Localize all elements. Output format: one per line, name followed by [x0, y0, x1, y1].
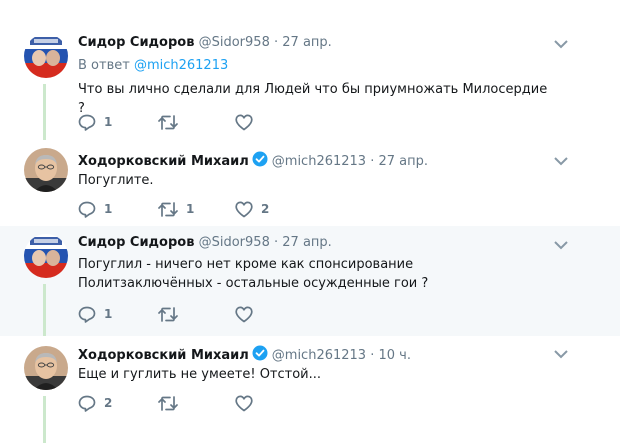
- reply-context: В ответ @mich261213: [78, 58, 228, 73]
- tricolor-flag-avatar-icon: [24, 234, 68, 278]
- username[interactable]: @mich261213: [272, 348, 366, 363]
- reply-icon: [78, 114, 96, 131]
- display-name[interactable]: Сидор Сидоров: [78, 35, 194, 50]
- username[interactable]: @Sidor958: [199, 235, 270, 250]
- tweet-text: Погуглил - ничего нет кроме как спонсиро…: [78, 257, 429, 291]
- retweet-button[interactable]: 1: [158, 199, 194, 219]
- retweet-button[interactable]: [158, 304, 186, 324]
- chevron-down-icon[interactable]: [554, 240, 568, 250]
- retweet-icon: [158, 395, 178, 411]
- heart-icon: [235, 395, 253, 411]
- tweet-text: Что вы лично сделали для Людей что бы пр…: [78, 82, 548, 116]
- portrait-avatar-icon: [24, 346, 68, 390]
- reply-count: 1: [104, 307, 113, 321]
- reply-button[interactable]: 1: [78, 112, 112, 132]
- tweet-header: Сидор Сидоров @Sidor958 · 27 апр.: [78, 35, 332, 50]
- avatar-khodorkovsky[interactable]: [24, 148, 68, 192]
- separator-dot: ·: [273, 35, 279, 50]
- username[interactable]: @mich261213: [272, 154, 366, 169]
- reply-mention-link[interactable]: @mich261213: [134, 58, 228, 73]
- verified-badge-icon: [252, 345, 268, 361]
- reply-prefix: В ответ: [78, 58, 130, 73]
- username[interactable]: @Sidor958: [199, 35, 270, 50]
- chevron-down-icon[interactable]: [554, 349, 568, 359]
- thread-connector: [43, 84, 46, 140]
- heart-icon: [235, 306, 253, 322]
- tweet-4[interactable]: Ходорковский Михаил @mich261213 · 10 ч. …: [0, 336, 620, 443]
- retweet-button[interactable]: [158, 393, 186, 413]
- retweet-icon: [158, 201, 178, 217]
- reply-button[interactable]: 2: [78, 393, 112, 413]
- heart-icon: [235, 201, 253, 217]
- portrait-avatar-icon: [24, 148, 68, 192]
- reply-icon: [78, 395, 96, 412]
- timestamp[interactable]: 27 апр.: [282, 235, 332, 250]
- retweet-icon: [158, 114, 178, 130]
- reply-button[interactable]: 1: [78, 199, 112, 219]
- tweet-1[interactable]: Сидор Сидоров @Sidor958 · 27 апр. В отве…: [0, 22, 620, 140]
- tweet-header: Ходорковский Михаил @mich261213 · 10 ч.: [78, 345, 411, 363]
- like-count: 2: [261, 202, 270, 216]
- separator-dot: ·: [273, 235, 279, 250]
- tweet-text: Еще и гуглить не умеете! Отстой...: [78, 367, 322, 382]
- retweet-icon: [158, 306, 178, 322]
- thread-connector: [43, 396, 46, 443]
- like-button[interactable]: [235, 393, 261, 413]
- tweet-text: Погуглите.: [78, 173, 154, 188]
- tweet-header: Ходорковский Михаил @mich261213 · 27 апр…: [78, 151, 428, 169]
- reply-icon: [78, 306, 96, 323]
- reply-count: 1: [104, 115, 113, 129]
- like-button[interactable]: 2: [235, 199, 269, 219]
- tricolor-flag-avatar-icon: [24, 34, 68, 78]
- heart-icon: [235, 114, 253, 130]
- tweet-header: Сидор Сидоров @Sidor958 · 27 апр.: [78, 235, 332, 250]
- reply-count: 2: [104, 396, 113, 410]
- display-name[interactable]: Сидор Сидоров: [78, 235, 194, 250]
- display-name[interactable]: Ходорковский Михаил: [78, 154, 249, 169]
- like-button[interactable]: [235, 112, 261, 132]
- avatar-khodorkovsky[interactable]: [24, 346, 68, 390]
- separator-dot: ·: [370, 154, 375, 169]
- chevron-down-icon[interactable]: [554, 39, 568, 49]
- reply-icon: [78, 201, 96, 218]
- retweet-button[interactable]: [158, 112, 186, 132]
- separator-dot: ·: [370, 348, 375, 363]
- timestamp[interactable]: 27 апр.: [379, 154, 429, 169]
- tweet-thread: Сидор Сидоров @Sidor958 · 27 апр. В отве…: [0, 0, 620, 443]
- reply-button[interactable]: 1: [78, 304, 112, 324]
- avatar-sidor[interactable]: [24, 234, 68, 278]
- chevron-down-icon[interactable]: [554, 156, 568, 166]
- reply-count: 1: [104, 202, 113, 216]
- retweet-count: 1: [186, 202, 195, 216]
- tweet-2[interactable]: Ходорковский Михаил @mich261213 · 27 апр…: [0, 134, 620, 226]
- verified-badge-icon: [252, 151, 268, 167]
- display-name[interactable]: Ходорковский Михаил: [78, 348, 249, 363]
- timestamp[interactable]: 10 ч.: [379, 348, 412, 363]
- like-button[interactable]: [235, 304, 261, 324]
- timestamp[interactable]: 27 апр.: [282, 35, 332, 50]
- tweet-3[interactable]: Сидор Сидоров @Sidor958 · 27 апр. Погугл…: [0, 226, 620, 336]
- avatar-sidor[interactable]: [24, 34, 68, 78]
- thread-connector: [43, 284, 46, 336]
